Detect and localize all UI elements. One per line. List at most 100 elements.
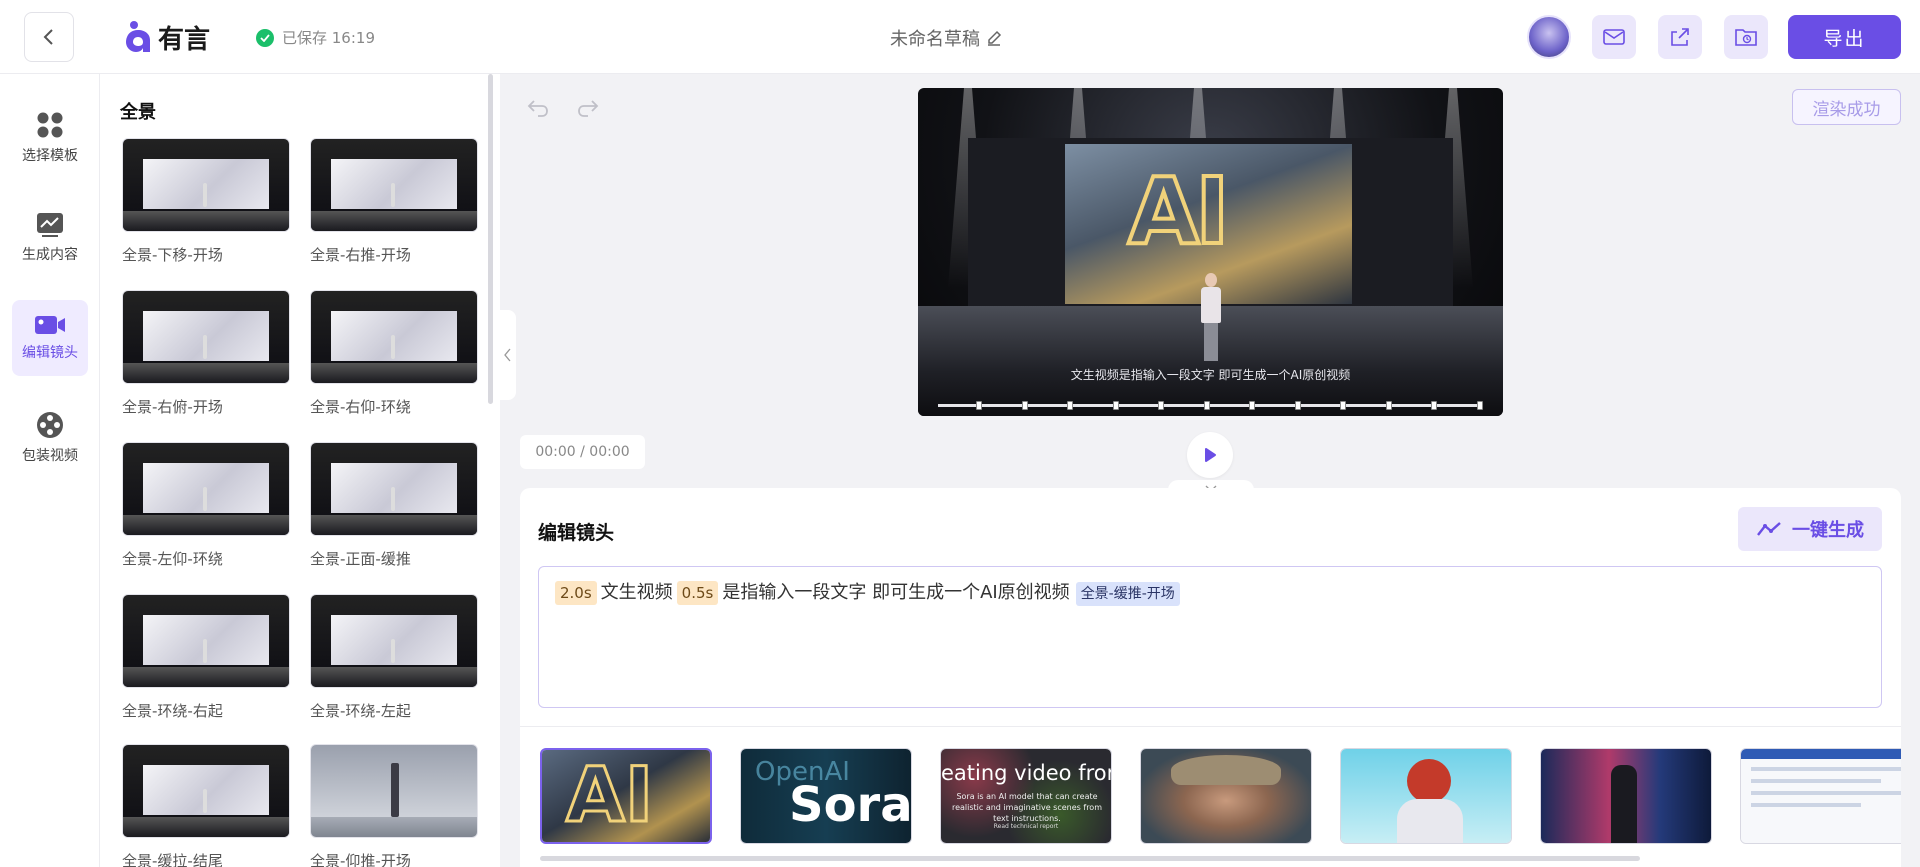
brand-name: 有言: [158, 24, 211, 55]
timeline-marker[interactable]: [1067, 401, 1073, 410]
timeline-marker[interactable]: [1294, 401, 1301, 410]
video-subtitle: 文生视频是指输入一段文字 即可生成一个AI原创视频: [1070, 368, 1351, 382]
shot-template-label: 全景-环绕-左起: [310, 702, 411, 720]
shot-tag[interactable]: 全景-缓推-开场: [1075, 582, 1180, 606]
chevron-left-icon: [43, 29, 53, 45]
video-preview[interactable]: AI 文生视频是指输入一段文字 即可生成一个AI原创视频: [918, 88, 1503, 416]
timeline-marker[interactable]: [1431, 401, 1437, 410]
share-button[interactable]: [1658, 15, 1702, 59]
timecode: 00:00 / 00:00: [520, 435, 645, 469]
script-text: 文生视频: [600, 582, 673, 603]
pause-tag[interactable]: 2.0s: [555, 581, 597, 605]
shot-template-label: 全景-缓拉-结尾: [122, 852, 223, 867]
shot-editor: 编辑镜头 一键生成 2.0s 文生视频 0.5s 是指输入一段文字 即可生成一个AI原…: [520, 488, 1901, 867]
timeline-marker[interactable]: [1112, 401, 1119, 410]
grid-icon: [37, 112, 63, 138]
shot-thumbnail[interactable]: [1140, 748, 1312, 844]
shot-template-card[interactable]: 全景-下移-开场: [122, 138, 290, 265]
shot-template-card[interactable]: 全景-右推-开场: [310, 138, 478, 265]
timeline-progress-bar[interactable]: [938, 401, 1483, 410]
render-status-badge[interactable]: 渲染成功: [1792, 89, 1901, 125]
user-avatar[interactable]: [1527, 15, 1571, 59]
nav-item-select-template[interactable]: 选择模板: [12, 100, 88, 176]
save-status: 已保存 16:19: [256, 27, 375, 48]
shot-template-label: 全景-右仰-环绕: [310, 398, 411, 416]
shot-template-card[interactable]: 全景-环绕-右起: [122, 594, 290, 721]
shot-template-thumbnail: [122, 138, 290, 232]
nav-item-generate-content[interactable]: 生成内容: [12, 200, 88, 276]
brand-logo[interactable]: 有言: [124, 12, 210, 62]
chart-icon: [37, 213, 63, 237]
shot-template-label: 全景-仰推-开场: [310, 852, 411, 867]
presenter-figure: [1201, 273, 1221, 363]
shot-thumbnail[interactable]: AI: [540, 748, 712, 844]
read-report-text: Read technical report: [993, 823, 1059, 830]
shot-template-thumbnail: [310, 290, 478, 384]
script-editor[interactable]: 2.0s 文生视频 0.5s 是指输入一段文字 即可生成一个AI原创视频 全景-缓推-开…: [538, 566, 1882, 708]
timeline-marker[interactable]: [1340, 401, 1346, 410]
collapse-panel-button[interactable]: [500, 310, 516, 400]
shot-strip-scrollbar[interactable]: [540, 856, 1640, 861]
shot-template-thumbnail: [122, 442, 290, 536]
timeline-marker[interactable]: [976, 401, 982, 410]
shot-template-card[interactable]: 全景-缓拉-结尾: [122, 744, 290, 867]
one-click-generate-button[interactable]: 一键生成: [1738, 507, 1882, 551]
shot-thumbnail[interactable]: OpenAI Sora: [740, 748, 912, 844]
play-button[interactable]: [1187, 432, 1233, 478]
timeline-marker[interactable]: [1158, 401, 1164, 410]
back-button[interactable]: [24, 12, 74, 62]
undo-icon: [527, 100, 548, 117]
trend-line-icon: [1757, 522, 1781, 536]
shot-template-label: 全景-环绕-右起: [122, 702, 223, 720]
camera-icon: [35, 316, 65, 334]
export-button[interactable]: 导出: [1788, 15, 1901, 59]
shot-template-card[interactable]: 全景-右俯-开场: [122, 290, 290, 417]
shot-template-card[interactable]: 全景-右仰-环绕: [310, 290, 478, 417]
left-nav: 选择模板 生成内容 编辑镜头 包装视频: [0, 74, 100, 867]
timeline-marker[interactable]: [1249, 401, 1255, 410]
shot-thumbnail[interactable]: [1740, 748, 1901, 844]
panel-title: 全景: [120, 102, 156, 123]
share-icon: [1671, 28, 1689, 46]
document-title-text: 未命名草稿: [890, 29, 980, 50]
shot-template-thumbnail: [122, 744, 290, 838]
shot-template-label: 全景-下移-开场: [122, 246, 223, 264]
nav-item-package-video[interactable]: 包装视频: [12, 400, 88, 476]
play-icon: [1205, 448, 1216, 462]
pencil-icon[interactable]: [986, 30, 1002, 46]
mail-icon: [1603, 29, 1625, 45]
shot-template-label: 全景-正面-缓推: [310, 550, 411, 568]
shot-template-card[interactable]: 全景-左仰-环绕: [122, 442, 290, 569]
shot-template-label: 全景-左仰-环绕: [122, 550, 223, 568]
nav-item-edit-shots[interactable]: 编辑镜头: [12, 300, 88, 376]
nav-label: 生成内容: [22, 247, 78, 263]
timeline-marker[interactable]: [1021, 401, 1028, 410]
save-status-text: 已保存 16:19: [282, 29, 375, 47]
ai-text: AI: [564, 750, 654, 841]
creating-video-text: eating video from te: [941, 761, 1111, 785]
creating-video-subtext: Sora is an AI model that can create real…: [951, 792, 1102, 823]
shot-thumbnail[interactable]: [1340, 748, 1512, 844]
redo-icon: [578, 100, 599, 117]
shot-thumbnail[interactable]: [1540, 748, 1712, 844]
shot-thumbnail[interactable]: eating video from te Sora is an AI model…: [940, 748, 1112, 844]
shot-template-card[interactable]: 全景-环绕-左起: [310, 594, 478, 721]
shot-template-card[interactable]: 全景-仰推-开场: [310, 744, 478, 867]
timeline-marker[interactable]: [1385, 401, 1392, 410]
history-folder-button[interactable]: [1724, 15, 1768, 59]
ai-logo-visual: AI: [1126, 156, 1231, 267]
timeline-marker[interactable]: [1203, 401, 1210, 410]
sora-text: Sora: [789, 777, 912, 833]
document-title[interactable]: 未命名草稿: [890, 25, 1002, 51]
pause-tag[interactable]: 0.5s: [676, 581, 719, 605]
mail-button[interactable]: [1592, 15, 1636, 59]
chevron-left-icon: [504, 348, 511, 362]
panel-scrollbar[interactable]: [488, 74, 493, 404]
timeline-marker[interactable]: [1476, 401, 1483, 410]
shot-template-thumbnail: [310, 442, 478, 536]
undo-button[interactable]: [526, 96, 550, 124]
redo-button[interactable]: [576, 96, 600, 124]
shot-template-card[interactable]: 全景-正面-缓推: [310, 442, 478, 569]
script-text: 是指输入一段文字 即可生成一个AI原创视频: [722, 582, 1070, 603]
shot-template-label: 全景-右推-开场: [310, 246, 411, 264]
